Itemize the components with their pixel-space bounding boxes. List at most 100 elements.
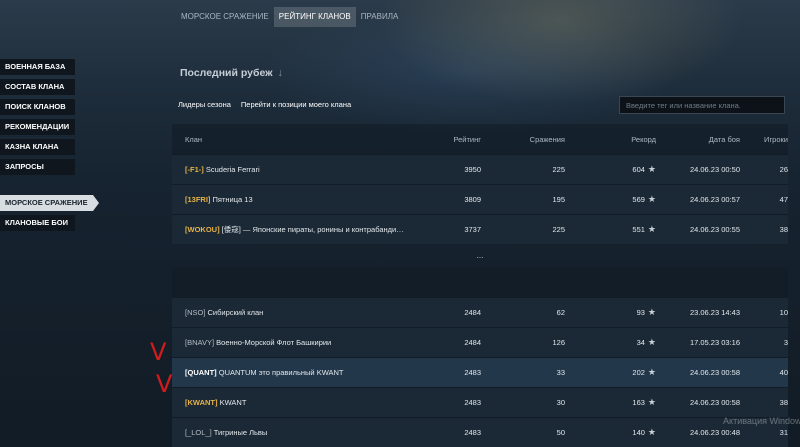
rating-cell: 3737 (464, 225, 481, 234)
tab-naval-battle[interactable]: МОРСКОЕ СРАЖЕНИЕ (176, 7, 274, 27)
go-to-my-clan-link[interactable]: Перейти к позиции моего клана (241, 100, 351, 109)
players-cell: 38 (779, 225, 788, 234)
table-row[interactable]: [NSO] Сибирский клан 2484 62 93 ★ 23.06.2… (172, 297, 788, 327)
record-value: 604 (632, 165, 645, 174)
clan-name: Тигриные Львы (213, 428, 268, 437)
date-cell: 24.06.23 00:57 (689, 195, 740, 204)
clan-rating-table: Клан Рейтинг Сражения Рекорд Дата боя Иг… (172, 124, 788, 447)
battles-cell: 225 (552, 165, 565, 174)
clan-search-input[interactable] (619, 96, 785, 114)
tab-clan-rating[interactable]: РЕЙТИНГ КЛАНОВ (273, 7, 356, 27)
record-value: 93 (636, 308, 645, 317)
star-icon: ★ (647, 427, 656, 437)
table-row-highlighted[interactable]: [QUANT] QUANTUM это правильный KWANT 248… (172, 357, 788, 387)
date-cell: 24.06.23 00:55 (689, 225, 740, 234)
clan-tag: [KWANT] (185, 398, 218, 407)
clan-tag: [_LOL_] (185, 428, 212, 437)
red-check-mark-annotation: V (156, 370, 173, 398)
arrow-down-icon: ↓ (277, 67, 283, 79)
table-links: Лидеры сезона Перейти к позиции моего кл… (178, 100, 351, 109)
date-cell: 24.06.23 00:58 (689, 368, 740, 377)
clan-tag: [WOKOU] (185, 225, 220, 234)
clan-cell: [_LOL_] Тигриные Львы (172, 428, 405, 437)
clan-name: KWANT (219, 398, 247, 407)
battles-cell: 33 (556, 368, 565, 377)
record-cell: 569 ★ (565, 194, 656, 205)
record-value: 163 (632, 398, 645, 407)
windows-activation-watermark: Активация Windows (723, 416, 800, 426)
table-row[interactable]: [_LOL_] Тигриные Львы 2483 50 140 ★ 24.06… (172, 417, 788, 447)
record-cell: 551 ★ (565, 224, 656, 235)
star-icon: ★ (647, 164, 656, 174)
header-players[interactable]: Игроки (740, 135, 788, 144)
players-cell: 26 (779, 165, 788, 174)
table-row[interactable]: [BNAVY] Военно-Морской Флот Башкирии 248… (172, 327, 788, 357)
record-value: 202 (632, 368, 645, 377)
rows-ellipsis: ... (476, 251, 484, 260)
battles-cell: 62 (556, 308, 565, 317)
record-value: 140 (632, 428, 645, 437)
date-cell: 17.05.23 03:16 (689, 338, 740, 347)
page-title[interactable]: Последний рубеж ↓ (180, 67, 283, 79)
clan-cell: [NSO] Сибирский клан (172, 308, 405, 317)
battles-cell: 225 (552, 225, 565, 234)
sidebar-item-treasury[interactable]: КАЗНА КЛАНА (0, 139, 75, 155)
header-rating[interactable]: Рейтинг (405, 135, 481, 144)
record-value: 34 (636, 338, 645, 347)
top-tabs: МОРСКОЕ СРАЖЕНИЕ РЕЙТИНГ КЛАНОВ ПРАВИЛА (176, 7, 403, 27)
date-cell: 24.06.23 00:50 (689, 165, 740, 174)
record-value: 569 (632, 195, 645, 204)
table-row[interactable]: [WOKOU] [倭寇] — Японские пираты, ронины и… (172, 214, 788, 244)
clan-name: Scuderia Ferrari (205, 165, 260, 174)
header-battles[interactable]: Сражения (481, 135, 565, 144)
sidebar-item-recommendations[interactable]: РЕКОМЕНДАЦИИ (0, 119, 75, 135)
tab-rules[interactable]: ПРАВИЛА (356, 7, 404, 27)
clan-tag: [-F1-] (185, 165, 204, 174)
table-row[interactable]: [-F1-] Scuderia Ferrari 3950 225 604 ★ 24… (172, 154, 788, 184)
record-value: 551 (632, 225, 645, 234)
players-cell: 31 (779, 428, 788, 437)
record-cell: 140 ★ (565, 427, 656, 438)
players-cell: 47 (779, 195, 788, 204)
battles-cell: 126 (552, 338, 565, 347)
header-record[interactable]: Рекорд (565, 135, 656, 144)
season-leaders-link[interactable]: Лидеры сезона (178, 100, 231, 109)
rating-cell: 2484 (464, 308, 481, 317)
battles-cell: 195 (552, 195, 565, 204)
clan-cell: [WOKOU] [倭寇] — Японские пираты, ронины и… (172, 224, 405, 235)
record-cell: 604 ★ (565, 164, 656, 175)
sidebar-item-naval-battle[interactable]: МОРСКОЕ СРАЖЕНИЕ (0, 195, 99, 211)
header-date[interactable]: Дата боя (656, 135, 740, 144)
sidebar-item-requests[interactable]: ЗАПРОСЫ (0, 159, 75, 175)
star-icon: ★ (647, 224, 656, 234)
star-icon: ★ (647, 307, 656, 317)
rating-cell: 3950 (464, 165, 481, 174)
sidebar-item-military-base[interactable]: ВОЕННАЯ БАЗА (0, 59, 75, 75)
table-row[interactable]: [KWANT] KWANT 2483 30 163 ★ 24.06.23 00:5… (172, 387, 788, 417)
clan-cell: [13FRI] Пятница 13 (172, 195, 405, 204)
record-cell: 202 ★ (565, 367, 656, 378)
sidebar-item-clan-battles[interactable]: КЛАНОВЫЕ БОИ (0, 215, 75, 231)
star-icon: ★ (647, 194, 656, 204)
clan-tag: [13FRI] (185, 195, 211, 204)
sidebar-item-clan-members[interactable]: СОСТАВ КЛАНА (0, 79, 75, 95)
clan-cell: [KWANT] KWANT (172, 398, 405, 407)
players-cell: 38 (779, 398, 788, 407)
header-clan[interactable]: Клан (172, 135, 405, 144)
table-row[interactable]: [13FRI] Пятница 13 3809 195 569 ★ 24.06.2… (172, 184, 788, 214)
rating-cell: 2483 (464, 398, 481, 407)
page-title-text: Последний рубеж (180, 67, 273, 79)
red-check-mark-annotation: V (150, 338, 167, 366)
clan-name: [倭寇] — Японские пираты, ронины и контраб… (221, 225, 404, 234)
date-cell: 24.06.23 00:58 (689, 398, 740, 407)
clan-name: Военно-Морской Флот Башкирии (216, 338, 332, 347)
rows-gap (172, 267, 788, 297)
star-icon: ★ (647, 367, 656, 377)
rating-cell: 2484 (464, 338, 481, 347)
clan-tag: [BNAVY] (185, 338, 215, 347)
battles-cell: 50 (556, 428, 565, 437)
sidebar-item-clan-search[interactable]: ПОИСК КЛАНОВ (0, 99, 75, 115)
clan-cell: [QUANT] QUANTUM это правильный KWANT (172, 368, 405, 377)
players-cell: 10 (779, 308, 788, 317)
